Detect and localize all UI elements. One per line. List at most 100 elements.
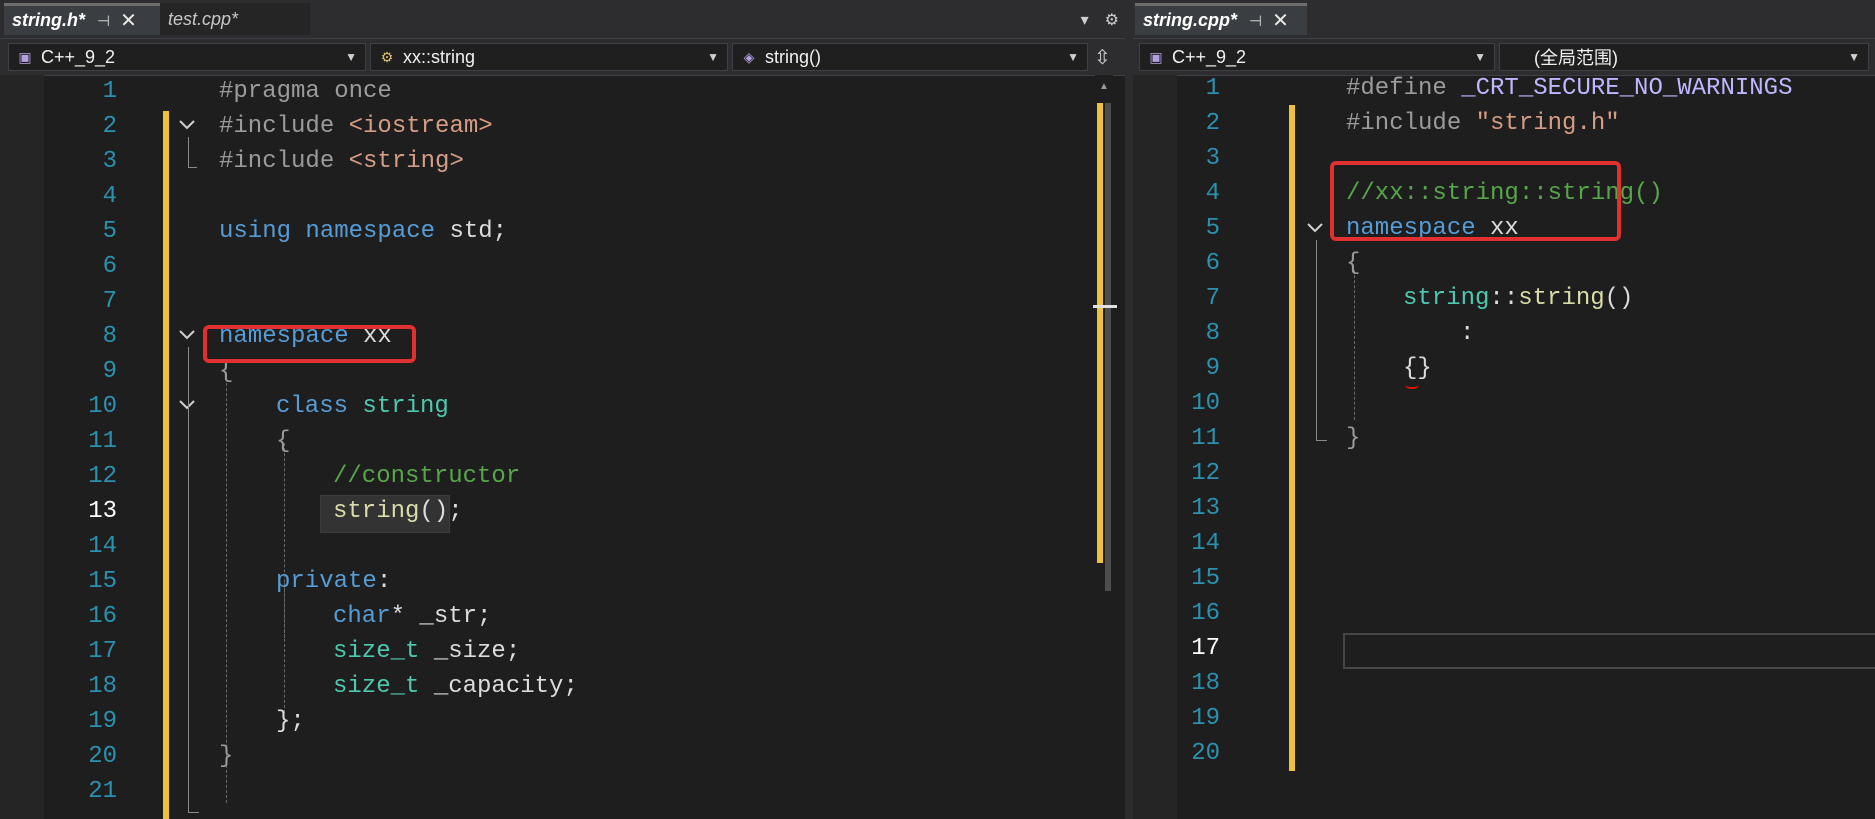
token: _size;: [419, 638, 521, 665]
highlight-box-namespace: [203, 325, 416, 363]
token: private: [276, 568, 377, 595]
token: using: [219, 218, 292, 245]
token: string: [333, 498, 420, 525]
fold-guide: [1316, 240, 1327, 441]
scope-label: (全局范围): [1534, 48, 1618, 68]
fold-guide: [188, 137, 197, 168]
close-icon[interactable]: ✕: [1272, 8, 1289, 33]
token: _CRT_SECURE_NO_WARNINGS: [1461, 75, 1793, 102]
tab-string-h[interactable]: string.h* ⊣ ✕: [4, 3, 160, 35]
token: size_t: [333, 673, 420, 700]
tab-label: string.h*: [12, 10, 86, 30]
token: <string>: [348, 148, 464, 175]
token: string: [362, 393, 449, 420]
change-tracking-bar: [163, 111, 169, 819]
close-icon[interactable]: ✕: [120, 8, 137, 33]
left-editor-pane: string.h* ⊣ ✕ test.cpp* ▾ ⚙ ▣ C++_9_2 ▼ …: [0, 0, 1125, 819]
project-label: C++_9_2: [1172, 46, 1247, 67]
pane-splitter[interactable]: [1125, 0, 1133, 819]
gear-icon[interactable]: ⚙: [1105, 10, 1119, 30]
line-number: 21: [88, 778, 117, 805]
scope-dropdown[interactable]: (全局范围) ▼: [1499, 43, 1869, 71]
code-line-3: #include <string>: [219, 148, 464, 175]
project-dropdown[interactable]: ▣ C++_9_2 ▼: [1139, 43, 1495, 71]
line-number: 15: [88, 568, 117, 595]
chevron-down-icon: ▼: [345, 50, 357, 64]
pin-icon[interactable]: ⊣: [97, 12, 110, 30]
line-number: 2: [102, 113, 117, 140]
token: #include: [219, 148, 349, 175]
member-dropdown[interactable]: ◈ string() ▼: [732, 43, 1088, 71]
token: namespace: [305, 218, 436, 245]
token: #define: [1346, 75, 1462, 102]
method-icon: ◈: [743, 48, 755, 65]
code-line-18: size_t _capacity;: [333, 673, 578, 700]
code-line-1: #pragma once: [219, 78, 392, 105]
class-icon: ⚙: [380, 48, 394, 65]
project-dropdown[interactable]: ▣ C++_9_2 ▼: [8, 43, 366, 71]
tab-string-cpp[interactable]: string.cpp* ⊣ ✕: [1135, 3, 1307, 35]
left-tab-strip: string.h* ⊣ ✕ test.cpp* ▾ ⚙: [0, 0, 1125, 38]
line-number: 14: [1191, 530, 1220, 557]
left-indicator-margin: [0, 75, 44, 819]
line-number: 15: [1191, 565, 1220, 592]
left-navigation-bar: ▣ C++_9_2 ▼ ⚙ xx::string ▼ ◈ string() ▼ …: [0, 38, 1125, 76]
code-line-5: using namespace std;: [219, 218, 507, 245]
scope-label: xx::string: [403, 46, 476, 67]
line-number: 14: [88, 533, 117, 560]
code-line-11: }: [1346, 425, 1361, 452]
pin-icon[interactable]: ⊣: [1249, 12, 1262, 30]
token: #include: [1346, 110, 1476, 137]
scope-dropdown[interactable]: ⚙ xx::string ▼: [370, 43, 728, 71]
current-line-highlight: [1343, 633, 1875, 669]
token: string: [1403, 285, 1490, 312]
line-number-current: 13: [88, 498, 117, 525]
code-line-11: {: [276, 428, 291, 455]
line-number: 6: [102, 253, 117, 280]
line-number: 5: [1205, 215, 1220, 242]
code-line-15: private:: [276, 568, 391, 595]
tab-dropdown-icon[interactable]: ▾: [1081, 10, 1089, 30]
code-line-13: string();: [333, 498, 463, 525]
right-editor-pane: string.cpp* ⊣ ✕ ▣ C++_9_2 ▼ (全局范围) ▼ 1 2…: [1133, 0, 1875, 819]
token: "string.h": [1475, 110, 1620, 137]
line-number: 1: [102, 78, 117, 105]
highlight-box-namespace-comment: [1330, 161, 1621, 241]
line-number: 18: [1191, 670, 1220, 697]
line-number: 20: [1191, 740, 1220, 767]
tab-strip-actions: ▾ ⚙: [1081, 10, 1119, 30]
right-code-editor[interactable]: 1 2 3 4 5 6 7 8 9 10 11 12 13 14 15 16 1…: [1133, 75, 1875, 819]
scroll-up-icon[interactable]: ▲: [1099, 81, 1109, 92]
indent-guide: [1354, 270, 1355, 420]
line-number-current: 17: [1191, 635, 1220, 662]
code-line-8: :: [1460, 320, 1475, 347]
project-icon: ▣: [18, 48, 32, 65]
code-line-19: };: [276, 708, 305, 735]
token: char: [333, 603, 391, 630]
chevron-down-icon: ▼: [1474, 50, 1486, 64]
line-number: 16: [88, 603, 117, 630]
code-line-10: class string: [276, 393, 449, 420]
token: (): [1604, 285, 1634, 312]
chevron-down-icon: ▼: [1848, 50, 1860, 64]
token: ::: [1489, 285, 1519, 312]
tab-test-cpp[interactable]: test.cpp*: [160, 3, 310, 35]
token: class: [276, 393, 349, 420]
scroll-thumb[interactable]: [1105, 103, 1111, 591]
line-number: 1: [1205, 75, 1220, 102]
line-number: 20: [88, 743, 117, 770]
collapse-icon[interactable]: [177, 325, 197, 345]
token: :: [376, 568, 392, 595]
split-editor-icon[interactable]: ⇳: [1094, 45, 1111, 70]
line-number: 19: [1191, 705, 1220, 732]
token: #include: [219, 113, 349, 140]
code-line-12: //constructor: [333, 463, 521, 490]
project-icon: ▣: [1149, 48, 1163, 65]
line-number: 7: [102, 288, 117, 315]
vertical-scrollbar[interactable]: ▲: [1093, 75, 1117, 819]
line-number: 16: [1191, 600, 1220, 627]
left-code-editor[interactable]: 1 2 3 4 5 6 7 8 9 10 11 12 13 14 15 16 1…: [0, 75, 1125, 819]
collapse-icon[interactable]: [177, 115, 197, 135]
collapse-icon[interactable]: [1305, 218, 1325, 238]
line-number: 5: [102, 218, 117, 245]
